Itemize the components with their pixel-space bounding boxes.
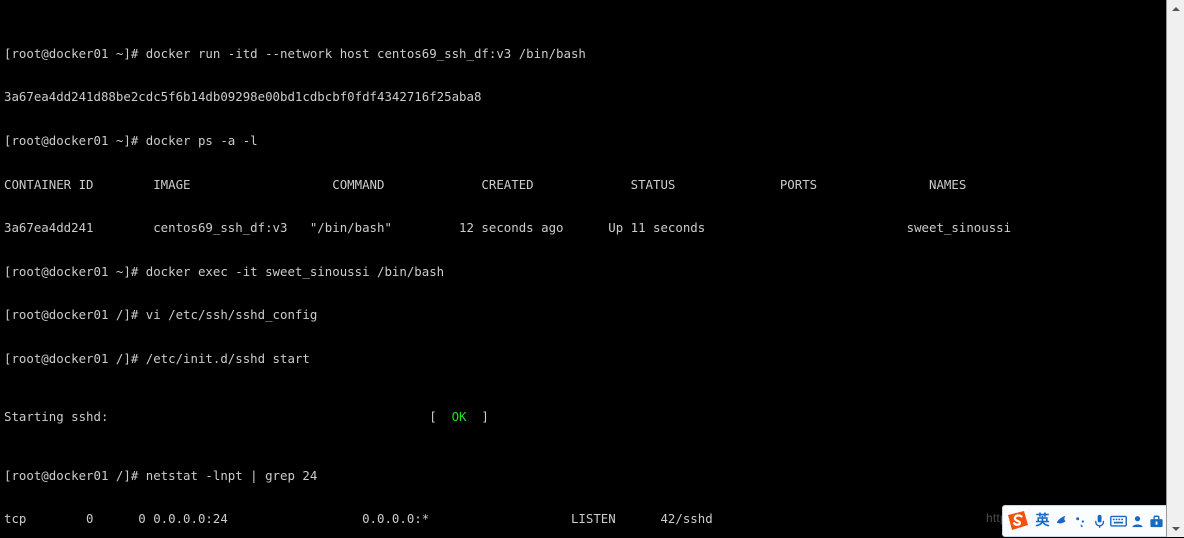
sshd-start-label: Starting sshd: [ — [4, 409, 452, 425]
scrollbar-track[interactable] — [1167, 17, 1184, 520]
crescent-moon-icon[interactable] — [1052, 508, 1071, 534]
scrollbar-down-button[interactable] — [1167, 520, 1184, 537]
soft-keyboard-icon[interactable] — [1109, 508, 1128, 534]
sogou-ime-toolbar[interactable]: 英 — [1002, 505, 1184, 537]
terminal-line: [root@docker01 /]# /etc/init.d/sshd star… — [4, 351, 310, 367]
user-account-icon[interactable] — [1128, 508, 1147, 534]
status-badge-ok: OK — [451, 409, 467, 425]
microphone-icon[interactable] — [1090, 508, 1109, 534]
sogou-logo-icon[interactable] — [1005, 508, 1031, 534]
chevron-up-icon — [1171, 6, 1180, 11]
terminal-line: [root@docker01 /]# netstat -lnpt | grep … — [4, 467, 318, 483]
terminal-line: 3a67ea4dd241d88be2cdc5f6b14db09298e00bd1… — [4, 89, 482, 105]
terminal-line: [root@docker01 /]# vi /etc/ssh/sshd_conf… — [4, 307, 318, 323]
toolbox-icon[interactable] — [1147, 508, 1166, 534]
vertical-scrollbar[interactable] — [1166, 0, 1184, 537]
docker-ps-row: 3a67ea4dd241 centos69_ssh_df:v3 "/bin/ba… — [4, 220, 1012, 236]
input-mode-english-button[interactable]: 英 — [1033, 508, 1052, 534]
terminal-window[interactable]: [root@docker01 ~]# docker run -itd --net… — [0, 0, 1166, 537]
netstat-row: tcp 0 0 0.0.0.0:24 0.0.0.0:* LISTEN 42/s… — [4, 511, 713, 527]
input-mode-label: 英 — [1035, 513, 1050, 529]
screen-root: [root@docker01 ~]# docker run -itd --net… — [0, 0, 1184, 537]
terminal-line: [root@docker01 ~]# docker ps -a -l — [4, 132, 258, 148]
scrollbar-up-button[interactable] — [1167, 0, 1184, 17]
sparkle-icon[interactable] — [1071, 508, 1090, 534]
terminal-line: [root@docker01 ~]# docker exec -it sweet… — [4, 263, 445, 279]
terminal-line: [root@docker01 ~]# docker run -itd --net… — [4, 45, 586, 61]
sshd-start-status-line: Starting sshd: [ OK ] — [4, 410, 1166, 425]
sshd-start-bracket-close: ] — [466, 409, 489, 425]
docker-ps-header: CONTAINER ID IMAGE COMMAND CREATED STATU… — [4, 176, 967, 192]
chevron-down-icon — [1171, 526, 1180, 531]
